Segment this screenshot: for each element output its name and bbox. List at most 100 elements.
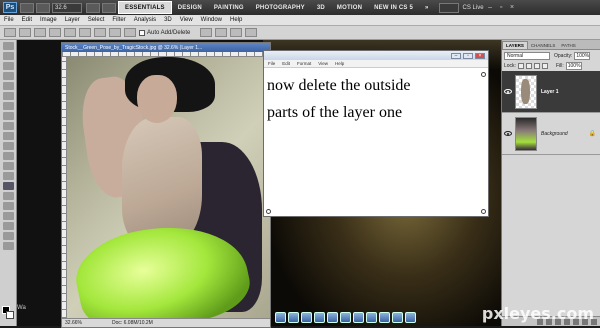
eyedropper-tool-icon[interactable] <box>3 92 14 100</box>
menu-image[interactable]: Image <box>40 17 57 23</box>
taskbar-icon[interactable] <box>275 312 286 323</box>
tab-layers[interactable]: LAYERS <box>502 41 528 49</box>
menu-file[interactable]: File <box>4 17 14 23</box>
document-canvas[interactable] <box>67 57 270 318</box>
workspace-design[interactable]: DESIGN <box>172 1 208 14</box>
dodge-tool-icon[interactable] <box>3 172 14 180</box>
move-tool-icon[interactable] <box>3 42 14 50</box>
auto-add-delete-checkbox[interactable] <box>139 29 145 36</box>
resize-handle-bottom-left[interactable] <box>266 209 271 214</box>
restore-icon[interactable]: ▫ <box>497 3 506 12</box>
lasso-tool-icon[interactable] <box>3 62 14 70</box>
3d-rotate-tool-icon[interactable] <box>3 222 14 230</box>
tab-paths[interactable]: PATHS <box>558 42 578 49</box>
taskbar-icon[interactable] <box>392 312 403 323</box>
layer-row-background[interactable]: Background 🔒 <box>502 113 600 155</box>
healing-brush-tool-icon[interactable] <box>3 102 14 110</box>
zoom-status[interactable]: 32.66% <box>65 320 82 326</box>
ellipse-icon[interactable] <box>109 28 121 37</box>
shape-tool-icon[interactable] <box>3 212 14 220</box>
minimize-icon[interactable]: – <box>486 3 495 12</box>
quick-select-tool-icon[interactable] <box>3 72 14 80</box>
taskbar-icon[interactable] <box>340 312 351 323</box>
blend-mode-select[interactable]: Normal <box>504 51 550 60</box>
menu-3d[interactable]: 3D <box>164 17 172 23</box>
bridge-button[interactable] <box>20 2 34 13</box>
workspace-new-in-cs5[interactable]: NEW IN CS 5 <box>368 1 419 14</box>
fill-field[interactable]: 100% <box>565 62 582 70</box>
menu-layer[interactable]: Layer <box>65 17 80 23</box>
menu-edit[interactable]: Edit <box>22 17 32 23</box>
menu-select[interactable]: Select <box>88 17 105 23</box>
arrange-documents-button[interactable] <box>86 2 100 13</box>
taskbar-icon[interactable] <box>327 312 338 323</box>
brush-tool-icon[interactable] <box>3 112 14 120</box>
taskbar-icon[interactable] <box>301 312 312 323</box>
search-input[interactable] <box>438 2 459 13</box>
taskbar-icon[interactable] <box>366 312 377 323</box>
path-combine-icon[interactable] <box>200 28 213 37</box>
resize-handle-bottom-right[interactable] <box>481 209 486 214</box>
notepad-menu-edit[interactable]: Edit <box>282 61 290 66</box>
notepad-maximize-icon[interactable]: ▫ <box>463 52 473 59</box>
hand-tool-icon[interactable] <box>3 232 14 240</box>
notepad-window[interactable]: – ▫ × File Edit Format View Help now del… <box>263 50 489 217</box>
menu-analysis[interactable]: Analysis <box>134 17 156 23</box>
paths-button[interactable] <box>34 28 46 37</box>
taskbar-icon[interactable] <box>405 312 416 323</box>
eraser-tool-icon[interactable] <box>3 142 14 150</box>
taskbar-icon[interactable] <box>353 312 364 323</box>
notepad-menu-view[interactable]: View <box>318 61 328 66</box>
lock-pixels-icon[interactable] <box>525 63 532 69</box>
visibility-eye-icon[interactable] <box>504 89 512 94</box>
zoom-field[interactable]: 32.6 <box>52 2 82 13</box>
workspace-3d[interactable]: 3D <box>311 1 331 14</box>
lock-all-icon[interactable] <box>541 63 548 69</box>
menu-window[interactable]: Window <box>201 17 222 23</box>
notepad-minimize-icon[interactable]: – <box>451 52 461 59</box>
taskbar-icon[interactable] <box>314 312 325 323</box>
resize-handle-top-right[interactable] <box>481 72 486 77</box>
taskbar-icon[interactable] <box>288 312 299 323</box>
workspace-essentials[interactable]: ESSENTIALS <box>118 1 172 14</box>
path-select-tool-icon[interactable] <box>3 202 14 210</box>
document-tab[interactable]: Stock__Green_Pose_by_TragicStock.jpg @ 3… <box>62 43 270 52</box>
notepad-titlebar[interactable]: – ▫ × <box>264 51 488 60</box>
taskbar-icon[interactable] <box>379 312 390 323</box>
custom-shape-icon[interactable] <box>124 28 136 37</box>
freeform-pen-icon[interactable] <box>79 28 91 37</box>
lock-transparency-icon[interactable] <box>517 63 524 69</box>
document-window[interactable]: Stock__Green_Pose_by_TragicStock.jpg @ 3… <box>61 42 271 328</box>
path-intersect-icon[interactable] <box>230 28 243 37</box>
notepad-close-icon[interactable]: × <box>475 52 485 59</box>
path-exclude-icon[interactable] <box>245 28 258 37</box>
marquee-tool-icon[interactable] <box>3 52 14 60</box>
zoom-tool-icon[interactable] <box>3 242 14 250</box>
type-tool-icon[interactable] <box>3 192 14 200</box>
menu-view[interactable]: View <box>180 17 193 23</box>
workspace-more-icon[interactable]: » <box>419 1 435 14</box>
tab-channels[interactable]: CHANNELS <box>528 42 559 49</box>
notepad-menu-format[interactable]: Format <box>297 61 311 66</box>
workspace-painting[interactable]: PAINTING <box>208 1 250 14</box>
lock-position-icon[interactable] <box>533 63 540 69</box>
workspace-photography[interactable]: PHOTOGRAPHY <box>250 1 311 14</box>
workspace-motion[interactable]: MOTION <box>331 1 368 14</box>
visibility-eye-icon[interactable] <box>504 131 512 136</box>
pen-tool-preset-icon[interactable] <box>4 28 16 37</box>
clone-stamp-tool-icon[interactable] <box>3 122 14 130</box>
shape-layers-button[interactable] <box>19 28 31 37</box>
notepad-text-area[interactable]: now delete the outside parts of the laye… <box>264 68 488 130</box>
pen-tool-icon[interactable] <box>3 182 14 190</box>
blur-tool-icon[interactable] <box>3 162 14 170</box>
layer-row-layer-1[interactable]: Layer 1 <box>502 71 600 113</box>
screen-mode-button[interactable] <box>102 2 116 13</box>
cs-live-button[interactable]: CS Live <box>463 5 484 11</box>
path-subtract-icon[interactable] <box>215 28 228 37</box>
background-color-swatch[interactable] <box>6 311 14 319</box>
opacity-field[interactable]: 100% <box>574 51 591 60</box>
close-icon[interactable]: × <box>508 3 517 12</box>
fill-pixels-button[interactable] <box>49 28 61 37</box>
menu-filter[interactable]: Filter <box>112 17 125 23</box>
menu-help[interactable]: Help <box>230 17 242 23</box>
